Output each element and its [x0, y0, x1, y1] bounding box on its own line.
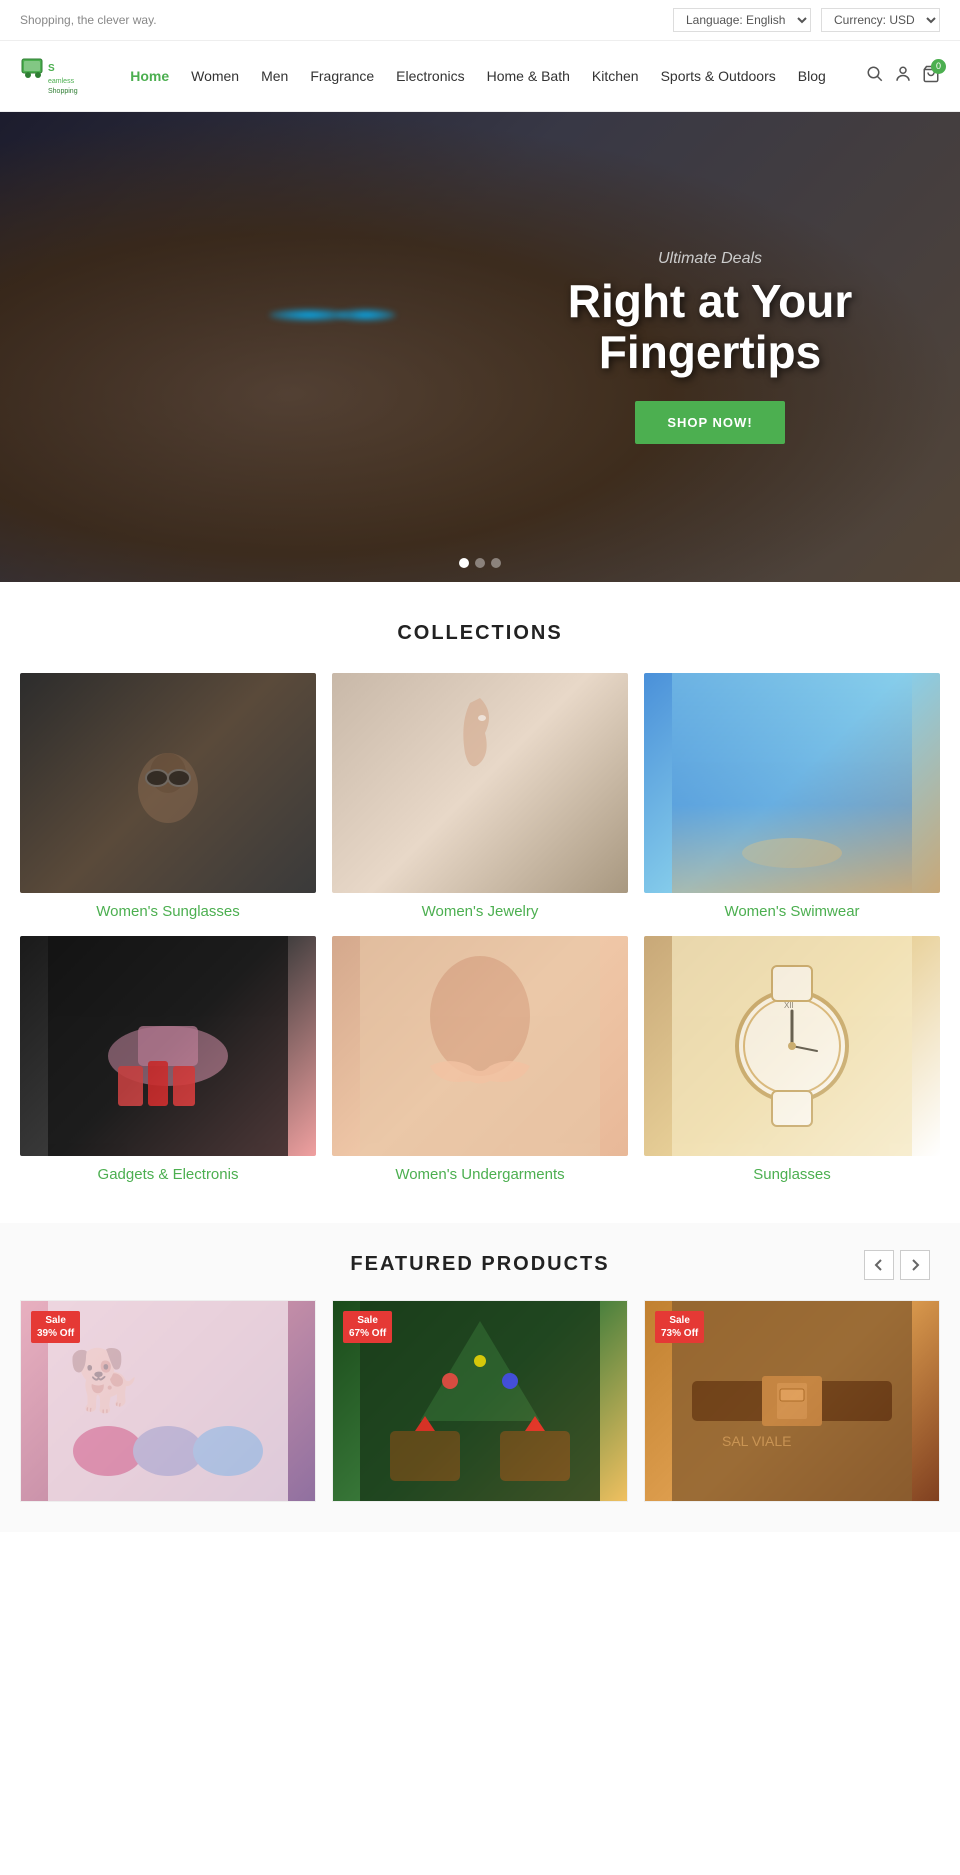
- nav-home-bath[interactable]: Home & Bath: [485, 64, 572, 88]
- language-selector[interactable]: Language: English Language: French: [673, 8, 811, 32]
- collection-label-swimwear: Women's Swimwear: [724, 903, 859, 920]
- sale-badge-3: Sale 73% Off: [655, 1311, 704, 1343]
- hero-dot-1[interactable]: [459, 558, 469, 568]
- collections-section: COLLECTIONS Women's Sunglasses: [0, 582, 960, 1223]
- svg-text:eamless: eamless: [48, 78, 75, 85]
- currency-selector[interactable]: Currency: USD Currency: EUR: [821, 8, 940, 32]
- featured-title: FEATURED PRODUCTS: [350, 1253, 609, 1276]
- hero-slider-dots: [459, 558, 501, 568]
- featured-nav: [864, 1250, 930, 1280]
- svg-text:SAL VIALE: SAL VIALE: [722, 1433, 792, 1449]
- main-nav: Home Women Men Fragrance Electronics Hom…: [90, 64, 866, 88]
- collection-img-undergarments: [332, 936, 628, 1156]
- nav-blog[interactable]: Blog: [796, 64, 828, 88]
- collection-img-swimwear: [644, 673, 940, 893]
- collections-grid: Women's Sunglasses Women's Jewelry: [20, 673, 940, 1183]
- nav-electronics[interactable]: Electronics: [394, 64, 466, 88]
- collection-item-swimwear[interactable]: Women's Swimwear: [644, 673, 940, 920]
- collection-img-gadgets: [20, 936, 316, 1156]
- sale-badge-2: Sale 67% Off: [343, 1311, 392, 1343]
- svg-text:S: S: [48, 63, 55, 74]
- collection-img-sunglasses: [20, 673, 316, 893]
- shop-now-button[interactable]: SHOP NOW!: [635, 401, 784, 444]
- collection-label-sunglasses: Women's Sunglasses: [96, 903, 240, 920]
- hero-dot-2[interactable]: [475, 558, 485, 568]
- search-icon[interactable]: [866, 65, 884, 88]
- top-bar: Shopping, the clever way. Language: Engl…: [0, 0, 960, 41]
- sale-badge-1: Sale 39% Off: [31, 1311, 80, 1343]
- cart-icon[interactable]: 0: [922, 65, 940, 88]
- hero-banner: Ultimate Deals Right at Your Fingertips …: [0, 112, 960, 582]
- featured-prev-button[interactable]: [864, 1250, 894, 1280]
- collection-label-jewelry: Women's Jewelry: [422, 903, 539, 920]
- product-card-1[interactable]: 🐕 Sale 39% Off: [20, 1300, 316, 1502]
- product-card-2[interactable]: Sale 67% Off: [332, 1300, 628, 1502]
- collections-title: COLLECTIONS: [20, 622, 940, 645]
- collection-label-gadgets: Gadgets & Electronis: [98, 1166, 239, 1183]
- collection-label-watches: Sunglasses: [753, 1166, 831, 1183]
- featured-header: FEATURED PRODUCTS: [20, 1253, 940, 1276]
- collection-img-jewelry: [332, 673, 628, 893]
- collection-label-undergarments: Women's Undergarments: [395, 1166, 564, 1183]
- collection-item-gadgets[interactable]: Gadgets & Electronis: [20, 936, 316, 1183]
- hero-title: Right at Your Fingertips: [540, 276, 880, 377]
- svg-text:Shopping: Shopping: [48, 88, 78, 95]
- collection-img-watches: XII: [644, 936, 940, 1156]
- product-card-3[interactable]: SAL VIALE Sale 73% Off: [644, 1300, 940, 1502]
- hero-content: Ultimate Deals Right at Your Fingertips …: [540, 250, 880, 444]
- svg-text:XII: XII: [784, 1001, 794, 1010]
- featured-next-button[interactable]: [900, 1250, 930, 1280]
- logo[interactable]: S eamless Shopping: [20, 51, 90, 101]
- nav-home[interactable]: Home: [128, 64, 171, 88]
- tagline: Shopping, the clever way.: [20, 13, 157, 27]
- collection-item-watches[interactable]: XII Sunglasses: [644, 936, 940, 1183]
- hero-dot-3[interactable]: [491, 558, 501, 568]
- svg-text:🐕: 🐕: [68, 1346, 143, 1415]
- featured-section: FEATURED PRODUCTS 🐕: [0, 1223, 960, 1532]
- nav-fragrance[interactable]: Fragrance: [308, 64, 376, 88]
- cart-count: 0: [931, 59, 946, 74]
- site-header: S eamless Shopping Home Women Men Fragra…: [0, 41, 960, 112]
- nav-men[interactable]: Men: [259, 64, 290, 88]
- hero-subtitle: Ultimate Deals: [540, 250, 880, 268]
- nav-sports[interactable]: Sports & Outdoors: [659, 64, 778, 88]
- nav-kitchen[interactable]: Kitchen: [590, 64, 641, 88]
- header-icons: 0: [866, 65, 940, 88]
- user-icon[interactable]: [894, 65, 912, 88]
- collection-item-sunglasses[interactable]: Women's Sunglasses: [20, 673, 316, 920]
- nav-women[interactable]: Women: [189, 64, 241, 88]
- products-grid: 🐕 Sale 39% Off: [20, 1300, 940, 1502]
- collection-item-undergarments[interactable]: Women's Undergarments: [332, 936, 628, 1183]
- collection-item-jewelry[interactable]: Women's Jewelry: [332, 673, 628, 920]
